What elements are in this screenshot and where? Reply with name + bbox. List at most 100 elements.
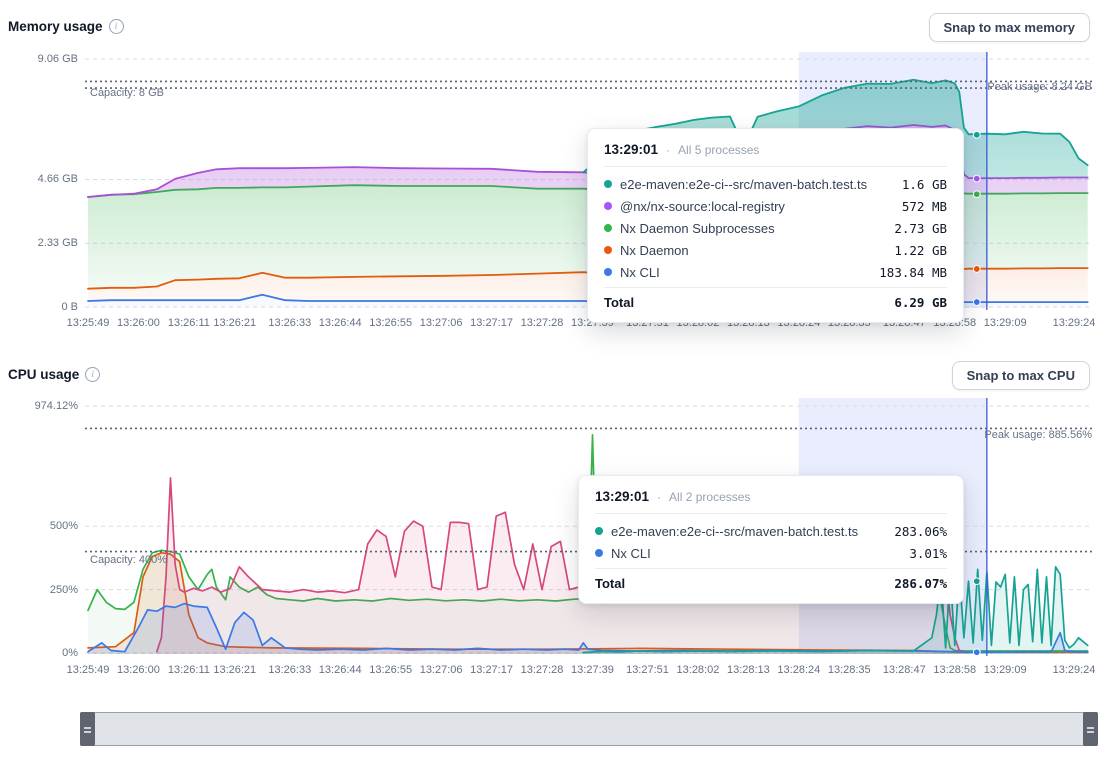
process-name: @nx/nx-source:local-registry <box>620 199 894 214</box>
grip-lines <box>84 727 91 729</box>
process-value: 183.84 MB <box>879 265 947 280</box>
tooltip-separator: · <box>666 143 670 157</box>
process-value: 2.73 GB <box>894 221 947 236</box>
snap-to-max-memory-button[interactable]: Snap to max memory <box>929 13 1091 42</box>
y-tick-label: 9.06 GB <box>4 53 78 65</box>
tooltip-rows: e2e-maven:e2e-ci--src/maven-batch.test.t… <box>604 167 947 287</box>
x-tick-label: 13:27:28 <box>521 317 564 329</box>
tooltip-subtitle: All 2 processes <box>669 490 750 504</box>
y-tick-label: 0 B <box>4 301 78 313</box>
y-tick-label: 0% <box>4 647 78 659</box>
x-tick-label: 13:26:11 <box>168 317 210 329</box>
series-color-dot <box>604 202 612 210</box>
x-tick-label: 13:27:17 <box>470 317 513 329</box>
x-tick-label: 13:28:35 <box>828 664 871 676</box>
resource-usage-page: Memory usage i Snap to max memory CPU us… <box>0 0 1118 761</box>
brush-handle-left[interactable] <box>80 712 95 746</box>
x-tick-label: 13:29:24 <box>1053 317 1096 329</box>
x-tick-label: 13:26:00 <box>117 664 160 676</box>
y-tick-label: 500% <box>4 520 78 532</box>
tooltip-time: 13:29:01 <box>595 489 649 504</box>
memory-capacity-label: Capacity: 8 GB <box>90 87 164 99</box>
x-tick-label: 13:29:09 <box>984 317 1027 329</box>
x-tick-label: 13:26:44 <box>319 317 362 329</box>
cpu-tooltip: 13:29:01 · All 2 processes e2e-maven:e2e… <box>578 475 964 604</box>
series-color-dot <box>595 527 603 535</box>
tooltip-header: 13:29:01 · All 5 processes <box>604 139 947 167</box>
y-tick-label: 2.33 GB <box>4 237 78 249</box>
cpu-peak-label: Peak usage: 885.56% <box>984 429 1092 441</box>
process-value: 283.06% <box>894 524 947 539</box>
series-color-dot <box>604 224 612 232</box>
x-tick-label: 13:29:09 <box>984 664 1027 676</box>
cpu-capacity-label: Capacity: 400% <box>90 554 167 566</box>
series-color-dot <box>595 549 603 557</box>
brush-handle-right[interactable] <box>1083 712 1098 746</box>
x-tick-label: 13:26:55 <box>369 317 412 329</box>
series-color-dot <box>604 180 612 188</box>
tooltip-row: Nx Daemon 1.22 GB <box>604 239 947 261</box>
cpu-x-axis: 13:25:49 13:26:00 13:26:1113:26:21 13:26:33… <box>0 664 1118 678</box>
grip-lines <box>1087 727 1094 729</box>
x-tick-label: 13:27:17 <box>470 664 513 676</box>
x-tick-label: 13:26:33 <box>268 317 311 329</box>
x-tick-label: 13:27:51 <box>626 664 669 676</box>
x-tick-label: 13:26:00 <box>117 317 160 329</box>
tooltip-time: 13:29:01 <box>604 142 658 157</box>
total-value: 286.07% <box>894 576 947 591</box>
tooltip-row: Nx CLI 183.84 MB <box>604 261 947 283</box>
series-color-dot <box>604 246 612 254</box>
x-tick-label: 13:27:06 <box>420 664 463 676</box>
memory-peak-label: Peak usage: 8.24 GB <box>987 81 1092 93</box>
timeline-brush-track[interactable] <box>80 712 1098 746</box>
cpu-usage-title: CPU usage <box>8 367 79 382</box>
x-tick-label: 13:28:58 <box>933 664 976 676</box>
x-tick-label: 13:26:21 <box>213 664 256 676</box>
x-tick-label: 13:28:24 <box>777 664 820 676</box>
process-value: 3.01% <box>909 546 947 561</box>
x-tick-label: 13:25:49 <box>67 664 110 676</box>
process-value: 1.22 GB <box>894 243 947 258</box>
x-tick-label: 13:27:28 <box>521 664 564 676</box>
x-tick-label: 13:27:06 <box>420 317 463 329</box>
grip-lines <box>84 731 91 733</box>
x-tick-label: 13:28:02 <box>677 664 720 676</box>
process-name: e2e-maven:e2e-ci--src/maven-batch.test.t… <box>611 524 886 539</box>
x-tick-label: 13:27:39 <box>571 664 614 676</box>
series-color-dot <box>604 268 612 276</box>
x-tick-label: 13:26:21 <box>213 317 256 329</box>
tooltip-row: e2e-maven:e2e-ci--src/maven-batch.test.t… <box>604 173 947 195</box>
memory-section-header: Memory usage i <box>8 19 124 34</box>
tooltip-rows: e2e-maven:e2e-ci--src/maven-batch.test.t… <box>595 514 947 568</box>
x-tick-label: 13:26:11 <box>168 664 210 676</box>
process-value: 572 MB <box>902 199 947 214</box>
y-tick-label: 4.66 GB <box>4 173 78 185</box>
process-name: Nx CLI <box>620 265 871 280</box>
x-tick-label: 13:28:13 <box>727 664 770 676</box>
x-tick-label: 13:26:33 <box>268 664 311 676</box>
grip-lines <box>1087 731 1094 733</box>
snap-to-max-cpu-button[interactable]: Snap to max CPU <box>952 361 1090 390</box>
x-tick-label: 13:29:24 <box>1053 664 1096 676</box>
cpu-section-header: CPU usage i <box>8 367 100 382</box>
y-tick-label: 974.12% <box>4 400 78 412</box>
memory-info-icon[interactable]: i <box>109 19 124 34</box>
x-tick-label: 13:28:47 <box>883 664 926 676</box>
tooltip-header: 13:29:01 · All 2 processes <box>595 486 947 514</box>
x-tick-label: 13:26:44 <box>319 664 362 676</box>
tooltip-total-row: Total 286.07% <box>595 568 947 595</box>
total-label: Total <box>595 576 894 591</box>
total-label: Total <box>604 295 894 310</box>
memory-usage-title: Memory usage <box>8 19 103 34</box>
x-tick-label: 13:26:55 <box>369 664 412 676</box>
process-value: 1.6 GB <box>902 177 947 192</box>
memory-tooltip: 13:29:01 · All 5 processes e2e-maven:e2e… <box>587 128 964 323</box>
tooltip-subtitle: All 5 processes <box>678 143 759 157</box>
x-tick-label: 13:25:49 <box>67 317 110 329</box>
charts-canvas[interactable] <box>0 0 1118 761</box>
process-name: Nx CLI <box>611 546 901 561</box>
y-tick-label: 250% <box>4 584 78 596</box>
cpu-info-icon[interactable]: i <box>85 367 100 382</box>
tooltip-row: Nx Daemon Subprocesses 2.73 GB <box>604 217 947 239</box>
tooltip-row: Nx CLI 3.01% <box>595 542 947 564</box>
